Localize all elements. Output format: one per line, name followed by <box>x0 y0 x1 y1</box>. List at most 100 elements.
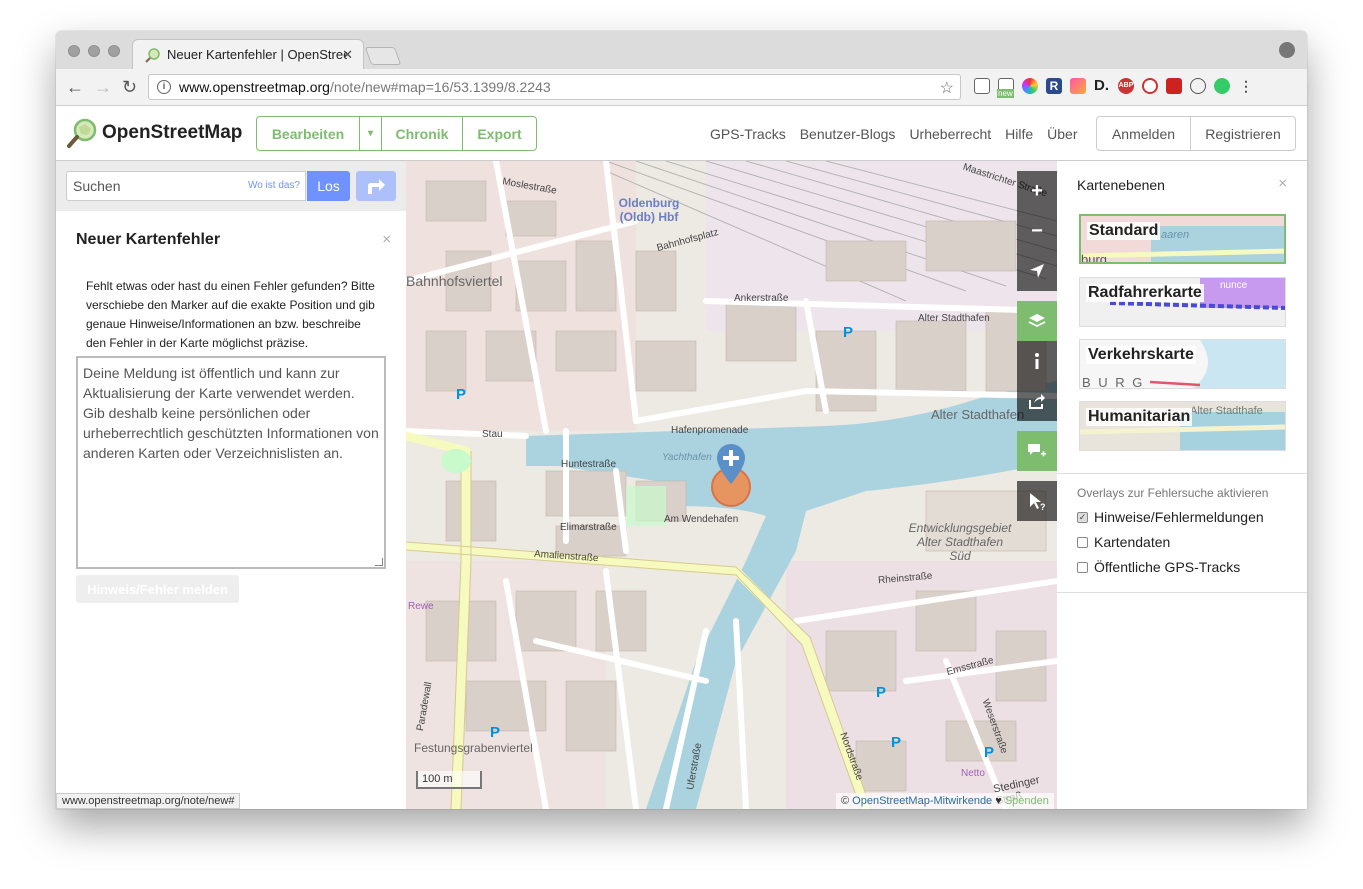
donate-link[interactable]: Spenden <box>1005 795 1049 807</box>
edit-button-group: Bearbeiten ▾ Chronik Export <box>256 116 537 151</box>
nav-link-copyright[interactable]: Urheberrecht <box>909 126 991 142</box>
profile-icon[interactable] <box>1279 42 1295 58</box>
zoom-out-button[interactable]: − <box>1017 211 1057 251</box>
overlay-notes[interactable]: ✓ Hinweise/Fehlermeldungen <box>1077 509 1287 525</box>
overlay-map-data-label: Kartendaten <box>1094 534 1171 550</box>
flash-icon[interactable] <box>1166 78 1182 94</box>
standard-thumb-text-2: burg <box>1081 252 1107 264</box>
menu-dots-icon[interactable]: ⋮ <box>1238 78 1254 94</box>
zoom-in-button[interactable]: + <box>1017 171 1057 211</box>
forward-arrow-icon[interactable]: → <box>94 77 112 98</box>
info-icon[interactable]: i <box>157 80 171 94</box>
signup-button[interactable]: Registrieren <box>1191 117 1295 150</box>
overlay-gps-tracks[interactable]: Öffentliche GPS-Tracks <box>1077 559 1287 575</box>
gradient-extension-icon[interactable] <box>1070 78 1086 94</box>
add-note-icon <box>1028 444 1046 457</box>
map[interactable]: P P P P P P Oldenburg (Oldb) Hbf Bahnhofsvie… <box>406 161 1057 809</box>
add-note-button[interactable] <box>1017 431 1057 471</box>
nav-link-help[interactable]: Hilfe <box>1005 126 1033 142</box>
osm-logo[interactable]: OpenStreetMap <box>66 117 242 149</box>
osm-logo-icon <box>67 118 97 148</box>
layer-label-transport: Verkehrskarte <box>1086 346 1196 364</box>
green-extension-icon[interactable] <box>1214 78 1230 94</box>
header-nav: GPS-Tracks Benutzer-Blogs Urheberrecht H… <box>710 126 1092 142</box>
locate-button[interactable] <box>1017 251 1057 291</box>
checkbox-map-data[interactable] <box>1077 536 1088 548</box>
browser-window: Neuer Kartenfehler | OpenStreetMap ✕ ← →… <box>56 31 1307 809</box>
layers-close-icon[interactable]: × <box>1278 175 1287 192</box>
checkbox-gps-tracks[interactable] <box>1077 561 1088 573</box>
overlay-map-data[interactable]: Kartendaten <box>1077 534 1287 550</box>
directions-button[interactable] <box>356 171 396 201</box>
hafenpromenade-label: Hafenpromenade <box>671 425 749 436</box>
screenshot-extension-icon[interactable]: new <box>997 78 1014 98</box>
cast-icon[interactable] <box>974 78 990 94</box>
map-attribution: © OpenStreetMap-Mitwirkende ♥ Spenden <box>836 793 1054 809</box>
d-extension-icon[interactable]: D. <box>1094 78 1110 94</box>
dev-area-label: Entwicklungsgebiet Alter Stadthafen Süd <box>900 521 1020 563</box>
reload-icon[interactable]: ↻ <box>122 77 137 98</box>
resize-grip-icon[interactable] <box>375 558 383 566</box>
osm-header: OpenStreetMap Bearbeiten ▾ Chronik Expor… <box>56 107 1307 161</box>
r-extension-icon[interactable]: R <box>1046 78 1062 94</box>
alter-stadthafen-street-label: Alter Stadthafen <box>918 313 990 324</box>
note-close-icon[interactable]: × <box>382 231 391 248</box>
layer-humanitarian[interactable]: Alter Stadthafe Humanitarian <box>1079 401 1286 451</box>
checkbox-notes[interactable]: ✓ <box>1077 511 1088 523</box>
new-note-marker-icon[interactable] <box>717 444 745 484</box>
dev-area-line-2: Alter Stadthafen <box>916 535 1004 549</box>
login-button[interactable]: Anmelden <box>1097 117 1191 150</box>
browser-tab[interactable]: Neuer Kartenfehler | OpenStreetMap ✕ <box>132 39 364 69</box>
address-bar[interactable]: i www.openstreetmap.org/note/new#map=16/… <box>148 74 961 100</box>
close-window-button[interactable] <box>68 45 80 57</box>
bookmark-star-icon[interactable]: ☆ <box>940 78 954 98</box>
locate-arrow-icon <box>1030 264 1044 278</box>
layers-icon <box>1028 314 1046 328</box>
dev-area-line-1: Entwicklungsgebiet <box>908 521 1012 535</box>
search-input[interactable]: Suchen Wo ist das? <box>66 171 306 201</box>
osm-favicon-icon <box>145 47 160 63</box>
submit-note-button[interactable]: Hinweis/Fehler melden <box>76 575 239 603</box>
pinterest-icon[interactable] <box>1142 78 1158 94</box>
note-textarea[interactable]: Deine Meldung ist öffentlich und kann zu… <box>76 356 386 569</box>
map-controls: + − ? <box>1017 171 1057 521</box>
where-is-this-link[interactable]: Wo ist das? <box>248 180 300 191</box>
edit-dropdown-chevron-icon[interactable]: ▾ <box>360 117 382 150</box>
nav-link-user-blogs[interactable]: Benutzer-Blogs <box>800 126 896 142</box>
browser-toolbar: ← → ↻ i www.openstreetmap.org/note/new#m… <box>56 69 1307 106</box>
adblock-icon[interactable]: ABP <box>1118 78 1134 94</box>
tab-close-icon[interactable]: ✕ <box>342 47 353 63</box>
layer-label-cycle: Radfahrerkarte <box>1086 284 1204 302</box>
minimize-window-button[interactable] <box>88 45 100 57</box>
overlay-notes-label: Hinweise/Fehlermeldungen <box>1094 509 1264 525</box>
color-picker-icon[interactable] <box>1022 78 1038 94</box>
info-extension-icon[interactable] <box>1190 78 1206 94</box>
svg-text:?: ? <box>1040 502 1046 511</box>
station-label: Oldenburg (Oldb) Hbf <box>618 196 680 224</box>
maximize-window-button[interactable] <box>108 45 120 57</box>
history-button[interactable]: Chronik <box>382 117 463 150</box>
layers-panel: Kartenebenen × aaren burg Standard nunce… <box>1057 161 1307 809</box>
layers-button[interactable] <box>1017 301 1057 341</box>
nav-link-gps-tracks[interactable]: GPS-Tracks <box>710 126 786 142</box>
copyright-symbol: © <box>841 795 850 807</box>
nav-link-about[interactable]: Über <box>1047 126 1077 142</box>
query-features-button[interactable]: ? <box>1017 481 1057 521</box>
share-button[interactable] <box>1017 381 1057 421</box>
layer-cycle-map[interactable]: nunce Radfahrerkarte <box>1079 277 1286 327</box>
svg-text:P: P <box>891 734 901 751</box>
stau-label: Stau <box>482 429 503 440</box>
svg-text:P: P <box>876 684 886 701</box>
layer-transport-map[interactable]: B U R G Verkehrskarte <box>1079 339 1286 389</box>
new-tab-button[interactable] <box>364 47 402 65</box>
ankerstrasse-label: Ankerstraße <box>734 293 789 304</box>
url-path: /note/new#map=16/53.1399/8.2243 <box>329 79 551 95</box>
layer-standard[interactable]: aaren burg Standard <box>1079 214 1286 264</box>
map-info-button[interactable] <box>1017 341 1057 381</box>
export-button[interactable]: Export <box>463 117 536 150</box>
edit-button[interactable]: Bearbeiten <box>257 117 360 150</box>
extensions-bar: new R D. ABP ⋮ <box>974 78 1254 98</box>
attribution-link[interactable]: OpenStreetMap-Mitwirkende <box>852 795 992 807</box>
search-go-button[interactable]: Los <box>307 171 350 201</box>
back-arrow-icon[interactable]: ← <box>66 77 84 98</box>
